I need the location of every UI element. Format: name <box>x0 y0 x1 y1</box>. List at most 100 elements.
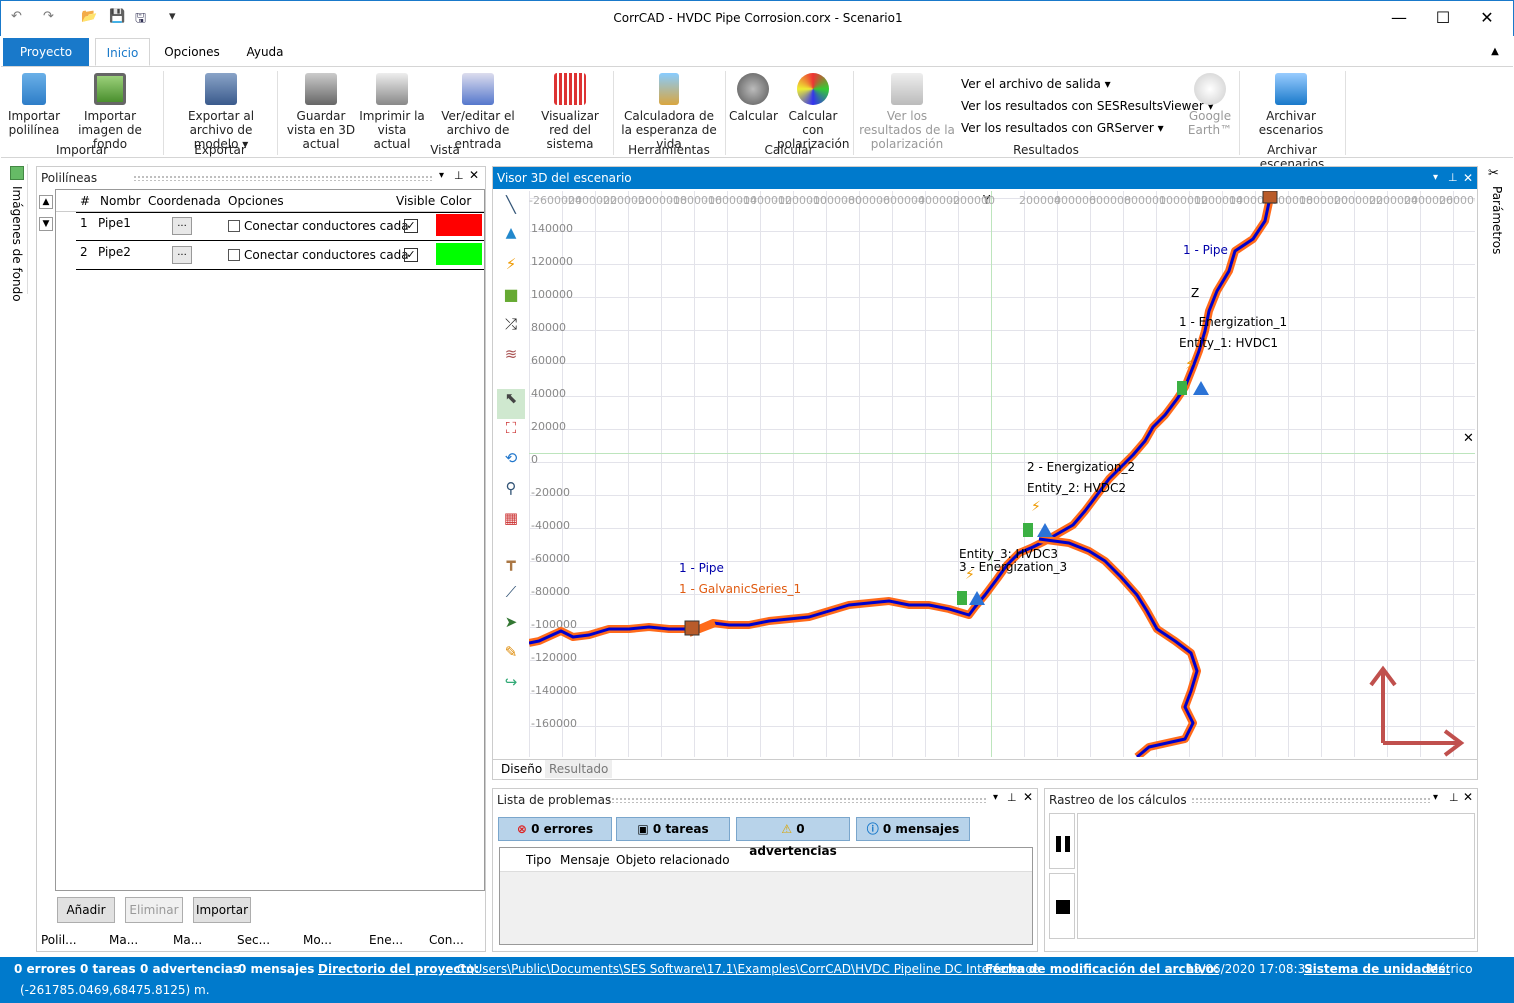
messages-filter-button[interactable]: ⓘ 0 mensajes <box>856 817 970 841</box>
archive-scenarios-button[interactable]: Archivar escenarios <box>1251 73 1331 137</box>
export-model-button[interactable]: Exportar al archivo de modelo ▾ <box>167 73 275 151</box>
z-label: Z <box>1191 286 1200 300</box>
zoom-icon[interactable]: ⚲ <box>497 479 525 509</box>
tab-ma2[interactable]: Ma... <box>173 933 202 947</box>
tab-polylines[interactable]: Polil... <box>41 933 77 947</box>
close-button[interactable]: ✕ <box>1465 5 1509 31</box>
color-swatch[interactable] <box>436 243 482 265</box>
collapse-ribbon-icon[interactable]: ▲ <box>1485 38 1505 66</box>
pin-icon[interactable]: ⊥ <box>1449 791 1459 804</box>
tab-proyecto[interactable]: Proyecto <box>3 38 89 66</box>
shuffle-tool-icon[interactable]: ⤮ <box>497 315 525 345</box>
view-grserver-menu[interactable]: Ver los resultados con GRServer ▾ <box>961 121 1164 135</box>
pipe-tool-icon[interactable]: ┳ <box>497 553 525 583</box>
network-view-icon[interactable]: ▦ <box>497 509 525 553</box>
polarization-results-button[interactable]: Ver los resultados de la polarización <box>857 73 957 151</box>
row-name[interactable]: Pipe1 <box>98 216 131 230</box>
tasks-filter-button[interactable]: ▣ 0 tareas <box>616 817 730 841</box>
select-pointer-icon[interactable]: ⬉ <box>497 389 525 419</box>
soil-tool-icon[interactable]: ■ <box>497 285 525 315</box>
panel-menu-icon[interactable]: ▾ <box>1433 167 1438 189</box>
tab-diseno[interactable]: Diseño <box>495 760 549 778</box>
col-mensaje: Mensaje <box>560 853 610 867</box>
panel-grip <box>1191 797 1431 803</box>
connect-checkbox[interactable] <box>228 249 240 261</box>
connect-checkbox[interactable] <box>228 220 240 232</box>
entity-label: Entity_2: HVDC2 <box>1027 481 1127 495</box>
tab-sec[interactable]: Sec... <box>237 933 270 947</box>
save-3d-view-button[interactable]: Guardar vista en 3D actual <box>283 73 359 151</box>
edit-input-file-button[interactable]: Ver/editar el archivo de entrada <box>425 73 531 151</box>
energization-tool-icon[interactable]: ⚡ <box>497 255 525 285</box>
panel-close-icon[interactable]: ✕ <box>469 168 479 182</box>
line-tool-icon[interactable]: ╲ <box>497 195 525 225</box>
pin-icon[interactable]: ⊥ <box>454 169 464 182</box>
maximize-button[interactable]: ☐ <box>1421 5 1465 31</box>
color-swatch[interactable] <box>436 214 482 236</box>
viewer-canvas[interactable]: Y 140000 120000 100000 80000 60000 40000 20000… <box>529 191 1475 757</box>
view-sesresultsviewer-menu[interactable]: Ver los resultados con SESResultsViewer … <box>961 99 1214 113</box>
view-output-file-menu[interactable]: Ver el archivo de salida ▾ <box>961 77 1111 91</box>
panel-menu-icon[interactable]: ▾ <box>439 170 444 181</box>
visible-checkbox[interactable]: ✓ <box>404 248 418 262</box>
panel-close-icon[interactable]: ✕ <box>1023 790 1033 804</box>
trace-output[interactable] <box>1077 813 1475 939</box>
move-up-icon[interactable]: ▲ <box>39 195 53 209</box>
curve-tool-icon[interactable]: ↪ <box>497 673 525 703</box>
calculate-button[interactable]: Calcular <box>729 73 778 123</box>
project-dir-link[interactable]: C:\Users\Public\Documents\SES Software\1… <box>457 962 1039 976</box>
print-view-button[interactable]: Imprimir la vista actual <box>359 73 425 151</box>
calculate-polarization-button[interactable]: Calcular con polarización <box>777 73 849 151</box>
tab-ma1[interactable]: Ma... <box>109 933 138 947</box>
background-images-sidebar[interactable]: Imágenes de fondo <box>4 164 28 302</box>
panel-close-icon[interactable]: ✕ <box>1463 167 1473 189</box>
pin-icon[interactable]: ⊥ <box>1448 167 1458 189</box>
pause-button[interactable] <box>1049 813 1075 869</box>
wires-tool-icon[interactable]: ≋ <box>497 345 525 389</box>
visible-checkbox[interactable]: ✓ <box>404 219 418 233</box>
tab-ayuda[interactable]: Ayuda <box>237 38 293 66</box>
pipe-route-outer <box>529 192 1275 647</box>
import-polyline-button[interactable]: Importar polilínea <box>5 73 63 137</box>
table-row[interactable]: 1 Pipe1 ... Conectar conductores cada ✓ <box>76 212 484 241</box>
status-warnings: 0 advertencias <box>140 962 240 976</box>
anode-tool-icon[interactable]: ▲ <box>497 225 525 255</box>
polyline-tool-icon[interactable]: ⟋ <box>497 583 525 613</box>
arrow-tool-icon[interactable]: ➤ <box>497 613 525 643</box>
tab-mo[interactable]: Mo... <box>303 933 332 947</box>
remove-button[interactable]: Eliminar <box>125 897 183 923</box>
tab-con[interactable]: Con... <box>429 933 464 947</box>
panel-menu-icon[interactable]: ▾ <box>1433 792 1438 803</box>
stop-icon <box>1056 900 1070 914</box>
minimize-button[interactable]: — <box>1377 5 1421 31</box>
errors-filter-button[interactable]: ⊗ 0 errores <box>498 817 612 841</box>
group-herramientas: Herramientas <box>628 143 710 157</box>
life-expectancy-calculator-button[interactable]: Calculadora de la esperanza de vida <box>617 73 721 151</box>
col-name: Nombr <box>100 194 141 208</box>
import-button[interactable]: Importar <box>193 897 251 923</box>
status-errors: 0 errores <box>14 962 76 976</box>
table-row[interactable]: 2 Pipe2 ... Conectar conductores cada ✓ <box>76 241 484 270</box>
row-name[interactable]: Pipe2 <box>98 245 131 259</box>
import-background-button[interactable]: Importar imagen de fondo <box>61 73 159 151</box>
panel-menu-icon[interactable]: ▾ <box>993 792 998 803</box>
google-earth-button[interactable]: Google Earth™ <box>1185 73 1235 137</box>
move-down-icon[interactable]: ▼ <box>39 217 53 231</box>
warnings-filter-button[interactable]: ⚠ 0 advertencias <box>736 817 850 858</box>
add-button[interactable]: Añadir <box>57 897 115 923</box>
stop-button[interactable] <box>1049 873 1075 939</box>
pencil-tool-icon[interactable]: ✎ <box>497 643 525 673</box>
zoom-extents-icon[interactable]: ⛶ <box>497 419 525 449</box>
coord-button[interactable]: ... <box>172 246 192 264</box>
pin-icon[interactable]: ⊥ <box>1007 791 1017 804</box>
tab-inicio[interactable]: Inicio <box>95 38 150 66</box>
tab-ene[interactable]: Ene... <box>369 933 403 947</box>
tab-resultado[interactable]: Resultado <box>545 760 613 778</box>
parameters-sidebar[interactable]: ✂ Parámetros <box>1484 164 1508 264</box>
polylines-table: # Nombr Coordenada Opciones Visible Colo… <box>55 189 485 891</box>
rotate-view-icon[interactable]: ⟲ <box>497 449 525 479</box>
panel-close-icon[interactable]: ✕ <box>1463 790 1473 804</box>
coord-button[interactable]: ... <box>172 217 192 235</box>
visualize-network-button[interactable]: Visualizar red del sistema <box>531 73 609 151</box>
tab-opciones[interactable]: Opciones <box>161 38 223 66</box>
